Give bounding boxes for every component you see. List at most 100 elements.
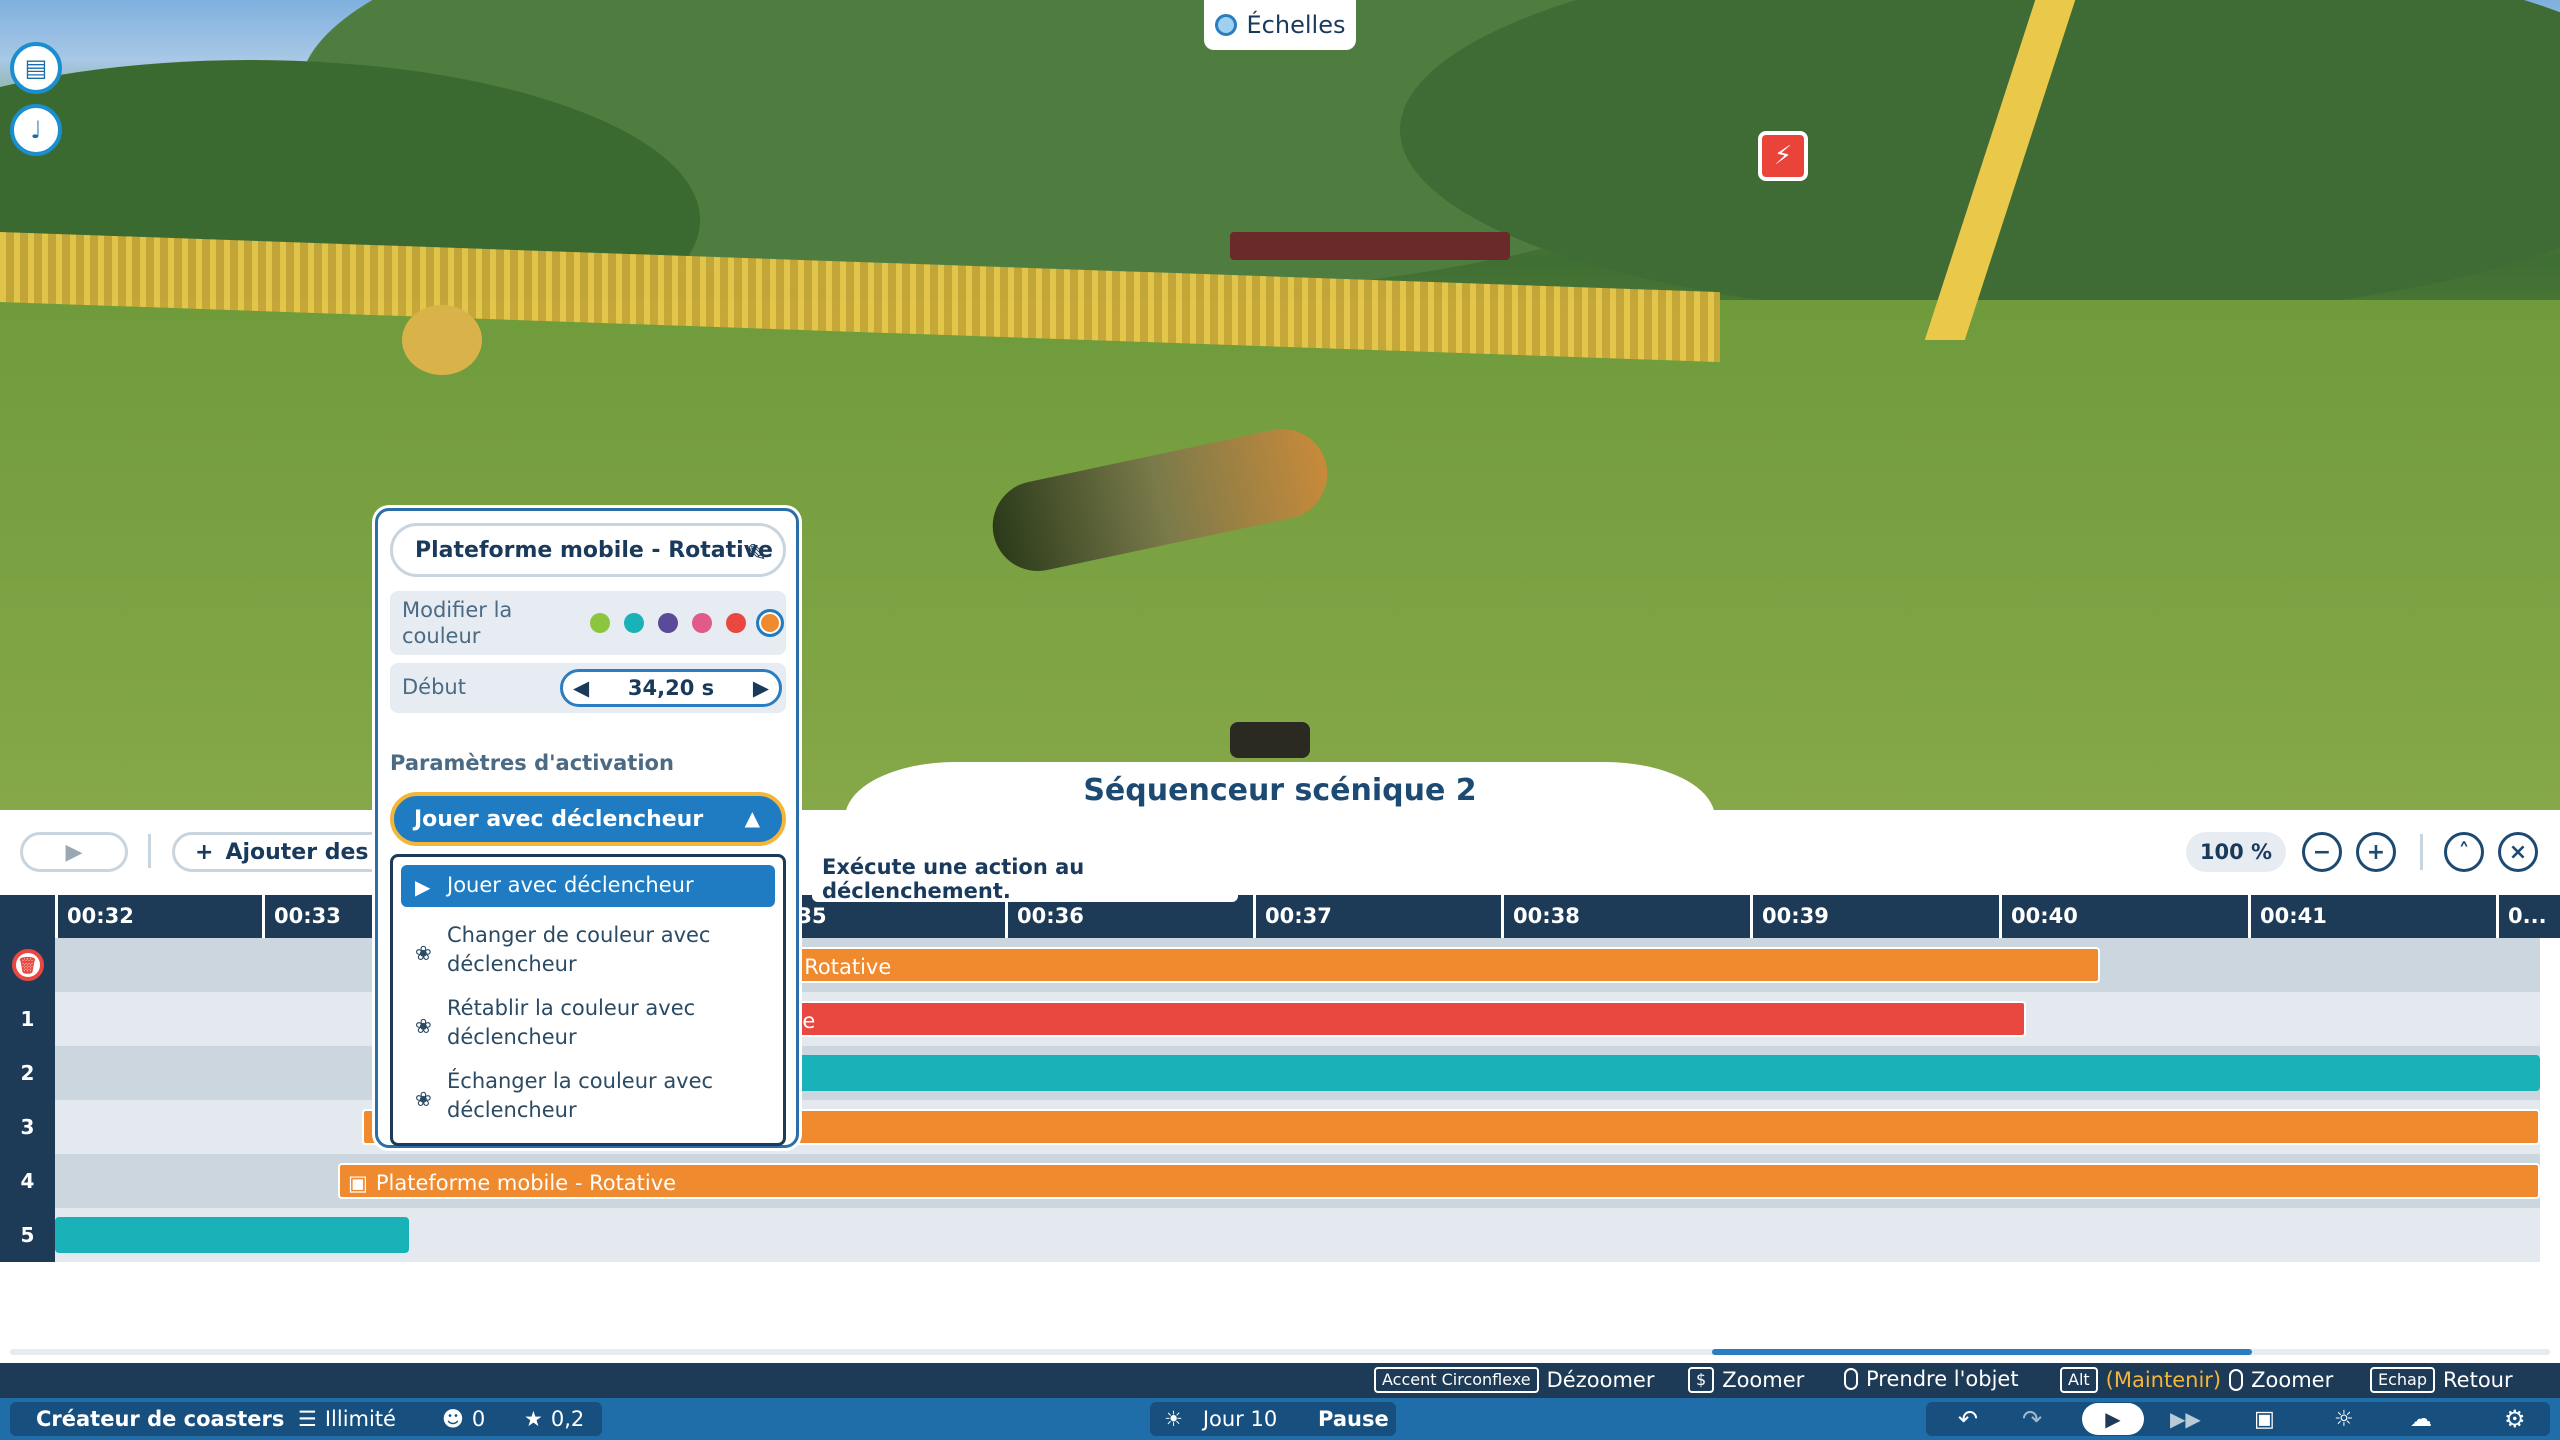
palette-icon: ❀ bbox=[415, 1014, 432, 1038]
color-row: Modifier la couleur bbox=[390, 591, 786, 655]
pause-status: Pause bbox=[1318, 1407, 1389, 1431]
key-accent: Accent Circonflexe bbox=[1374, 1367, 1539, 1393]
sun-icon: ☀ bbox=[1164, 1407, 1183, 1431]
globe-icon bbox=[1214, 14, 1237, 36]
fast-forward-icon[interactable]: ▶▶ bbox=[2170, 1398, 2201, 1440]
key-escape: Echap bbox=[2370, 1367, 2436, 1393]
clip-properties-popup: Plateforme mobile - Rotative ✎ Modifier … bbox=[375, 508, 799, 1148]
money-value: Illimité bbox=[324, 1407, 396, 1431]
sequence-clip[interactable]: ▣ Plateforme mobile - Rotative bbox=[338, 1163, 2540, 1199]
row-delete[interactable]: 🗑 bbox=[0, 938, 55, 992]
dropdown-value: Jouer avec déclencheur bbox=[414, 806, 704, 832]
hint-text: Dézoomer bbox=[1546, 1368, 1655, 1392]
play-button[interactable]: ▶ bbox=[20, 832, 128, 872]
close-button[interactable]: × bbox=[2498, 832, 2538, 872]
pencil-icon[interactable]: ✎ bbox=[747, 539, 767, 567]
row-number: 1 bbox=[0, 992, 55, 1046]
activation-menu: ▶ Jouer avec déclencheur ❀ Changer de co… bbox=[390, 854, 786, 1146]
start-stepper[interactable]: ◀ 34,20 s ▶ bbox=[560, 669, 782, 707]
toolbar-divider bbox=[2420, 834, 2423, 870]
trigger-marker-icon[interactable]: ⚡ bbox=[1758, 131, 1808, 181]
track-row[interactable]: 5 bbox=[0, 1208, 2540, 1262]
star-icon: ★ bbox=[524, 1407, 543, 1431]
sequence-clip[interactable] bbox=[55, 1217, 409, 1253]
key-alt: Alt bbox=[2060, 1367, 2098, 1393]
row-number: 5 bbox=[0, 1208, 55, 1262]
hint-text: Retour bbox=[2443, 1368, 2513, 1392]
hint-text: Zoomer bbox=[2251, 1368, 2334, 1392]
trash-icon[interactable]: 🗑 bbox=[11, 949, 44, 981]
status-bar: Créateur de coasters ☰ Illimité ☻ 0 ★ 0,… bbox=[0, 1398, 2560, 1440]
mouse-icon bbox=[2229, 1369, 2244, 1391]
decrement-icon[interactable]: ◀ bbox=[573, 676, 589, 700]
day-value: Jour 10 bbox=[1202, 1407, 1278, 1431]
key-hints-bar: Accent Circonflexe Dézoomer $ Zoomer Pre… bbox=[0, 1363, 2560, 1398]
row-number: 2 bbox=[0, 1046, 55, 1100]
ruler-tick: 00:37 bbox=[1253, 895, 1332, 938]
sequence-clip[interactable]: - Rotative bbox=[780, 947, 2100, 983]
mouse-icon bbox=[1844, 1368, 1858, 1390]
caret-up-icon: ▲ bbox=[744, 806, 760, 830]
rating-value: 0,2 bbox=[550, 1407, 585, 1431]
zoom-out-button[interactable]: − bbox=[2302, 832, 2342, 872]
day-night-icon[interactable]: ☼ bbox=[2334, 1398, 2354, 1440]
guests-icon: ☻ bbox=[442, 1407, 464, 1431]
scrollbar-thumb[interactable] bbox=[1712, 1349, 2252, 1355]
sequence-clip[interactable]: ve bbox=[780, 1001, 2026, 1037]
color-swatch-pink[interactable] bbox=[692, 613, 712, 633]
add-elements-label: Ajouter des él bbox=[225, 839, 399, 865]
palette-icon: ❀ bbox=[415, 1087, 432, 1111]
color-swatch-green[interactable] bbox=[590, 613, 610, 633]
zoom-value: 100 % bbox=[2186, 832, 2286, 872]
round-sign-object bbox=[402, 305, 482, 375]
collapse-button[interactable]: ˄ bbox=[2444, 832, 2484, 872]
menu-item-swap-color[interactable]: ❀ Échanger la couleur avec déclencheur bbox=[401, 1063, 775, 1135]
menu-item-label: Rétablir la couleur avec déclencheur bbox=[447, 996, 696, 1049]
ruler-tick: 00:39 bbox=[1750, 895, 1829, 938]
horizontal-scrollbar[interactable] bbox=[10, 1349, 2550, 1355]
toolbar-divider bbox=[148, 834, 151, 868]
camera-icon[interactable]: ▣ bbox=[2254, 1398, 2275, 1440]
coaster-train bbox=[1230, 232, 1510, 260]
start-label: Début bbox=[402, 675, 466, 699]
color-swatch-red[interactable] bbox=[726, 613, 746, 633]
guests-value: 0 bbox=[471, 1407, 486, 1431]
plus-icon: + bbox=[195, 839, 214, 865]
undo-icon[interactable]: ↶ bbox=[1958, 1398, 1978, 1440]
menu-item-label: Jouer avec déclencheur bbox=[447, 873, 694, 897]
app-mode: Créateur de coasters bbox=[36, 1407, 285, 1431]
menu-item-reset-color[interactable]: ❀ Rétablir la couleur avec déclencheur bbox=[401, 990, 775, 1062]
settings-gear-icon[interactable]: ⚙ bbox=[2504, 1398, 2526, 1440]
clipboard-icon[interactable]: ▤ bbox=[10, 42, 62, 94]
color-swatch-teal[interactable] bbox=[624, 613, 644, 633]
add-elements-button[interactable]: + Ajouter des él bbox=[172, 832, 402, 872]
notification-bell-icon[interactable]: ♩ bbox=[10, 104, 62, 156]
sequence-clip[interactable] bbox=[780, 1055, 2540, 1091]
coins-icon: ☰ bbox=[298, 1407, 317, 1431]
scales-label: Échelles bbox=[1246, 11, 1346, 39]
palette-icon: ❀ bbox=[415, 941, 432, 965]
ruler-tick: 00:41 bbox=[2248, 895, 2327, 938]
row-number: 3 bbox=[0, 1100, 55, 1154]
play-speed-button[interactable]: ▶ bbox=[2082, 1403, 2144, 1435]
increment-icon[interactable]: ▶ bbox=[753, 676, 769, 700]
color-swatch-orange[interactable] bbox=[756, 609, 784, 637]
start-row: Début ◀ 34,20 s ▶ bbox=[390, 663, 786, 713]
clip-title-field[interactable]: Plateforme mobile - Rotative ✎ bbox=[390, 523, 786, 577]
activation-dropdown[interactable]: Jouer avec déclencheur ▲ bbox=[390, 792, 786, 846]
clip-label: Plateforme mobile - Rotative bbox=[375, 1171, 677, 1195]
menu-item-change-color[interactable]: ❀ Changer de couleur avec déclencheur bbox=[401, 917, 775, 989]
scales-button[interactable]: Échelles bbox=[1204, 0, 1356, 50]
clip-title: Plateforme mobile - Rotative bbox=[415, 537, 773, 563]
menu-item-label: Changer de couleur avec déclencheur bbox=[447, 923, 711, 976]
redo-icon[interactable]: ↷ bbox=[2022, 1398, 2042, 1440]
track-row[interactable]: 4 ▣ Plateforme mobile - Rotative bbox=[0, 1154, 2540, 1208]
zoom-in-button[interactable]: + bbox=[2356, 832, 2396, 872]
color-swatch-purple[interactable] bbox=[658, 613, 678, 633]
key-dollar: $ bbox=[1688, 1367, 1715, 1393]
weather-icon[interactable]: ☁ bbox=[2410, 1398, 2432, 1440]
hint-text: Prendre l'objet bbox=[1866, 1367, 2019, 1391]
ruler-tick: 00:32 bbox=[55, 895, 134, 938]
menu-item-play[interactable]: ▶ Jouer avec déclencheur bbox=[401, 865, 775, 907]
ruler-tick: 00:40 bbox=[1999, 895, 2078, 938]
